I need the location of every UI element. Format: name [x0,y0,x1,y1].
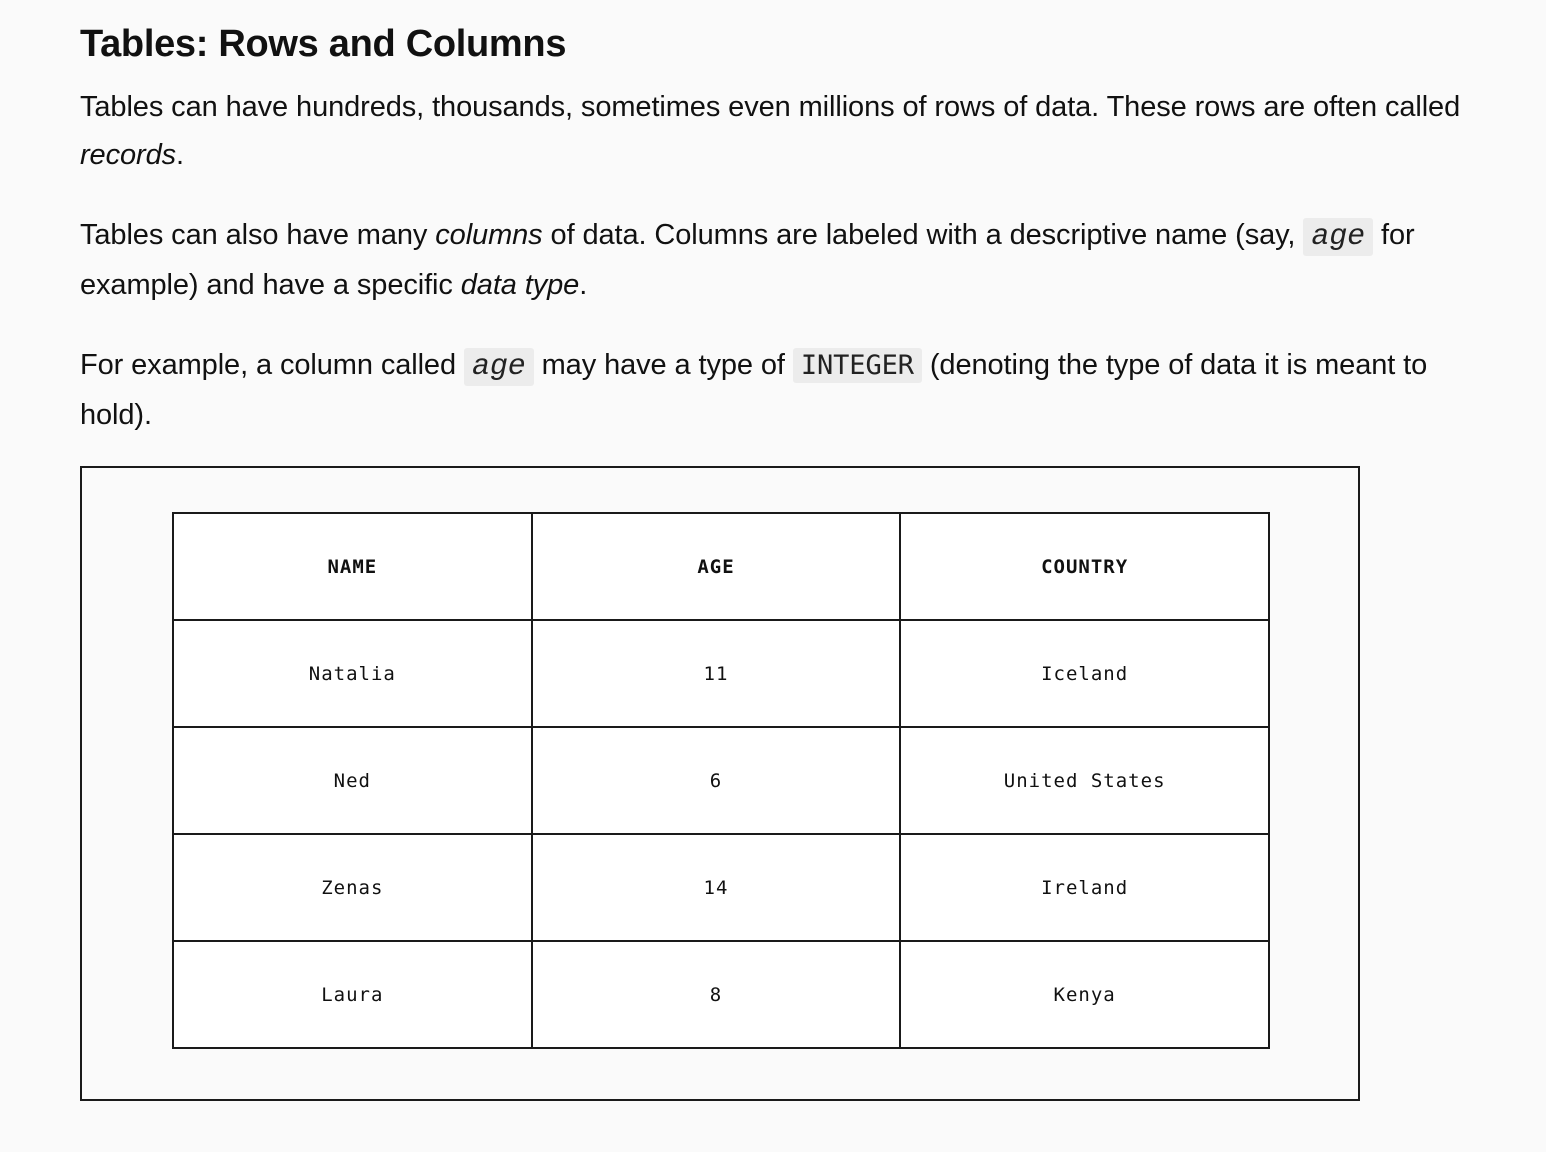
paragraph-text: . [176,139,184,171]
inline-code-age: age [463,348,534,386]
emphasis-columns: columns [435,219,543,251]
paragraph-text: Tables can also have many [80,219,436,251]
column-header-age: AGE [530,512,902,621]
table-cell-age: 11 [530,619,902,728]
table-header-row: NAME AGE COUNTRY [172,512,1270,621]
section-heading: Tables: Rows and Columns [80,23,567,65]
table-row: Ned 6 United States [172,726,1270,835]
paragraph-text: may have a type of [533,349,793,381]
table-row: Natalia 11 Iceland [172,619,1270,728]
table-cell-age: 8 [530,940,902,1049]
paragraph-columns: Tables can also have many columns of dat… [80,211,1486,309]
inline-code-integer: INTEGER [792,348,922,383]
table-cell-country: Kenya [899,940,1270,1049]
table-cell-country: United States [899,726,1270,835]
table-cell-name: Natalia [172,619,533,728]
emphasis-records: records [80,139,176,171]
paragraph-text: . [579,269,588,301]
table-cell-age: 14 [530,833,902,942]
inline-code-age: age [1303,218,1374,256]
column-header-country: COUNTRY [899,512,1270,621]
emphasis-data-type: data type [460,269,580,301]
paragraph-text: Tables can have hundreds, thousands, som… [80,91,1461,123]
article: Tables: Rows and Columns Tables can have… [0,0,1546,1152]
paragraph-rows: Tables can have hundreds, thousands, som… [80,83,1486,179]
table-cell-name: Ned [172,726,533,835]
table-row: Laura 8 Kenya [172,940,1270,1049]
paragraph-example: For example, a column called age may hav… [80,341,1486,439]
table-cell-age: 6 [530,726,902,835]
paragraph-text: For example, a column called [80,349,464,381]
table-row: Zenas 14 Ireland [172,833,1270,942]
column-header-name: NAME [172,512,533,621]
paragraph-text: of data. Columns are labeled with a desc… [542,219,1304,251]
table-cell-name: Zenas [172,833,533,942]
table-cell-name: Laura [172,940,533,1049]
example-table: NAME AGE COUNTRY Natalia 11 Iceland Ned … [172,512,1270,1049]
table-figure: NAME AGE COUNTRY Natalia 11 Iceland Ned … [80,466,1360,1101]
table-cell-country: Iceland [899,619,1270,728]
table-cell-country: Ireland [899,833,1270,942]
